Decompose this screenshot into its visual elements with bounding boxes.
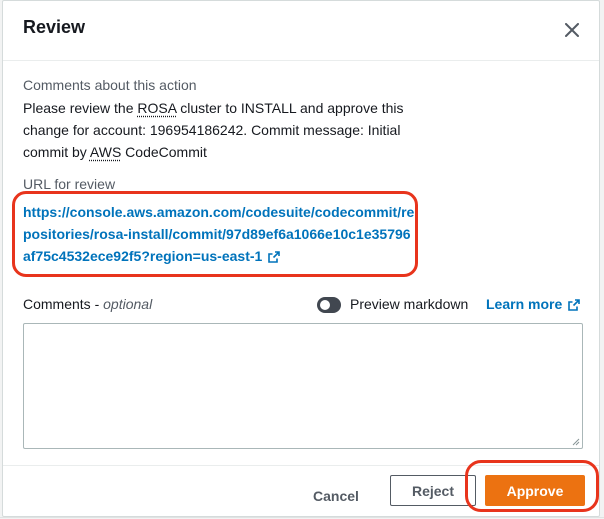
rosa-abbreviation: ROSA (137, 100, 177, 116)
comments-about-action-label: Comments about this action (23, 77, 197, 93)
cancel-button[interactable]: Cancel (301, 481, 371, 511)
aws-abbreviation: AWS (89, 144, 122, 160)
toggle-knob (320, 300, 330, 310)
approve-button[interactable]: Approve (485, 475, 585, 506)
modal-title: Review (23, 17, 86, 37)
learn-more-text: Learn more (486, 296, 563, 312)
preview-markdown-toggle[interactable] (317, 297, 341, 313)
url-label-text: URL for review (23, 176, 116, 192)
close-button[interactable] (559, 17, 585, 43)
modal-footer: Cancel Reject Approve (3, 465, 599, 518)
action-comment-text: Please review the ROSA cluster to INSTAL… (23, 97, 423, 163)
review-url-text: https://console.aws.amazon.com/codesuite… (23, 204, 415, 264)
comments-label-text: Comments (23, 296, 91, 312)
reject-button[interactable]: Reject (390, 475, 476, 506)
external-link-icon (268, 251, 281, 263)
external-link-icon (568, 299, 581, 311)
comments-label: Comments - optional (23, 296, 152, 312)
optional-label: optional (103, 296, 153, 312)
modal-header: Review (3, 1, 599, 61)
comment-text-part: CodeCommit (121, 144, 207, 160)
comment-text-part: Please review the (23, 100, 138, 116)
resize-grip-icon[interactable] (570, 436, 580, 446)
comments-textarea[interactable] (23, 323, 583, 449)
review-url-link[interactable]: https://console.aws.amazon.com/codesuite… (23, 201, 415, 267)
preview-markdown-label: Preview markdown (350, 296, 469, 312)
url-for-review-label: URL for review (23, 176, 115, 192)
comments-label-separator: - (90, 296, 104, 312)
review-modal: Review Comments about this action Please… (2, 0, 600, 517)
close-icon (565, 23, 579, 37)
learn-more-link[interactable]: Learn more (486, 296, 581, 312)
